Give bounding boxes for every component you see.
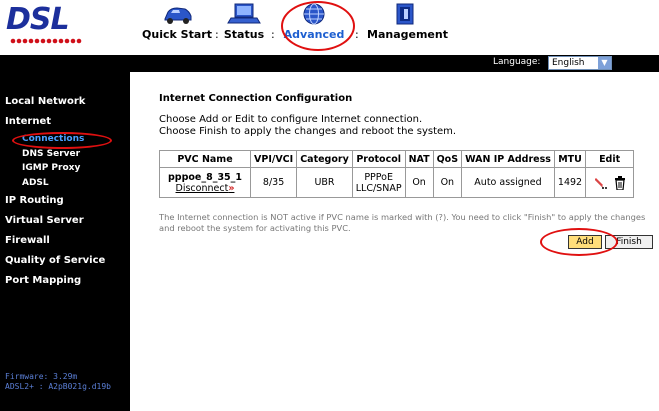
nav-status-label: Status [223, 28, 265, 41]
sidebar-subitem-dns-server[interactable]: DNS Server [22, 149, 80, 159]
category-cell: UBR [296, 167, 353, 198]
nav-separator: : [215, 28, 219, 41]
edit-cell [585, 167, 635, 198]
qos-cell: On [432, 167, 463, 198]
sidebar-item-internet[interactable]: Internet [5, 116, 51, 127]
highlight-circle-add [540, 228, 618, 256]
nav-separator: : [355, 28, 359, 41]
sidebar-item-quality-of-service[interactable]: Quality of Service [5, 255, 105, 266]
sidebar-item-ip-routing[interactable]: IP Routing [5, 195, 64, 206]
disconnect-label: Disconnect [175, 182, 229, 194]
page-title: Internet Connection Configuration [159, 93, 353, 104]
column-header: MTU [553, 150, 587, 168]
double-chevron-icon: » [228, 182, 235, 194]
chevron-down-icon: ▼ [598, 57, 611, 69]
sidebar-item-port-mapping[interactable]: Port Mapping [5, 275, 81, 286]
nav-separator: : [271, 28, 275, 41]
column-header: Edit [585, 150, 635, 168]
pvc-name-cell: pppoe_8_35_1 Disconnect» [159, 167, 251, 198]
language-bar: Language: English ▼ [130, 55, 659, 72]
protocol-line: LLC/SNAP [355, 182, 402, 194]
column-header: Category [296, 150, 353, 168]
table-row: pppoe_8_35_1 Disconnect» 8/35 UBR PPPoE … [159, 167, 635, 198]
nav-management[interactable]: Management [367, 2, 448, 52]
car-icon [164, 7, 192, 24]
column-header: NAT [404, 150, 434, 168]
adsl-version: ADSL2+ : A2pB021g.d19b [5, 382, 111, 391]
main-content: Internet Connection Configuration Choose… [130, 72, 659, 411]
pencil-icon[interactable] [593, 176, 608, 190]
disconnect-link[interactable]: Disconnect» [163, 183, 247, 194]
vpi-vci-cell: 8/35 [249, 167, 298, 198]
logo-text: DSL [6, 2, 70, 37]
highlight-circle-advanced [281, 1, 355, 51]
top-navigation: Quick Start : Status : Advanced : Manage… [135, 1, 655, 52]
column-header: Protocol [351, 150, 406, 168]
sidebar-subitem-adsl[interactable]: ADSL [22, 178, 49, 188]
sidebar-subitem-igmp-proxy[interactable]: IGMP Proxy [22, 163, 80, 173]
trash-icon[interactable] [614, 175, 626, 191]
column-header: PVC Name [159, 150, 251, 168]
language-selected-value: English [552, 58, 585, 68]
column-header: WAN IP Address [461, 150, 555, 168]
firmware-version: Firmware: 3.29m [5, 372, 78, 381]
protocol-cell: PPPoE LLC/SNAP [351, 167, 406, 198]
dsl-logo: DSL [4, 2, 84, 47]
mtu-cell: 1492 [553, 167, 587, 198]
protocol-line: PPPoE [364, 171, 393, 183]
sidebar-item-firewall[interactable]: Firewall [5, 235, 50, 246]
sidebar-item-virtual-server[interactable]: Virtual Server [5, 215, 84, 226]
column-header: VPI/VCI [249, 150, 298, 168]
sidebar: Local Network Internet Connections DNS S… [0, 72, 130, 411]
nav-status[interactable]: Status [223, 2, 265, 52]
nav-quick-start[interactable]: Quick Start [141, 2, 213, 52]
nav-quick-start-label: Quick Start [142, 28, 212, 41]
logo-dots [10, 38, 82, 44]
highlight-circle-connections [12, 132, 112, 149]
header: DSL Quick Start : Status: Advanced: Ma… [0, 0, 659, 55]
document-icon [396, 3, 414, 25]
language-select[interactable]: English ▼ [548, 56, 612, 70]
pvc-table: PVC Name VPI/VCI Category Protocol NAT Q… [159, 150, 635, 198]
language-label: Language: [493, 57, 541, 67]
column-header: QoS [432, 150, 463, 168]
sidebar-item-local-network[interactable]: Local Network [5, 96, 85, 107]
wan-ip-cell: Auto assigned [461, 167, 555, 198]
table-header-row: PVC Name VPI/VCI Category Protocol NAT Q… [159, 150, 635, 168]
nat-cell: On [404, 167, 434, 198]
nav-management-label: Management [367, 28, 448, 41]
instruction-line: Choose Add or Edit to configure Internet… [159, 114, 423, 125]
pvc-name: pppoe_8_35_1 [167, 171, 243, 183]
instruction-line: Choose Finish to apply the changes and r… [159, 126, 457, 137]
laptop-icon [227, 3, 261, 24]
